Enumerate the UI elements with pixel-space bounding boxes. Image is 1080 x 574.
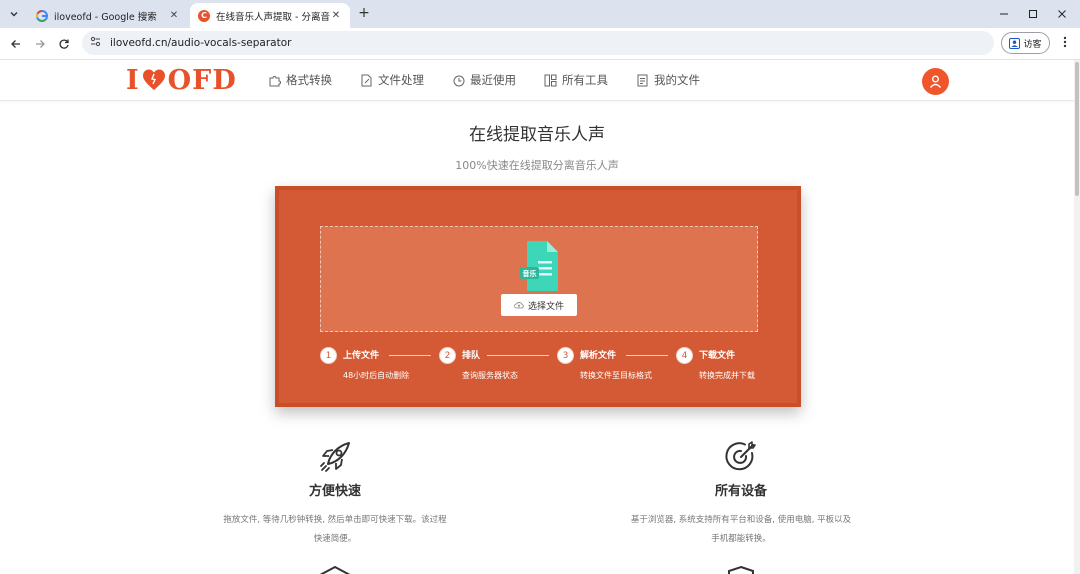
url-text: iloveofd.cn/audio-vocals-separator [110, 37, 292, 49]
address-bar[interactable]: iloveofd.cn/audio-vocals-separator [82, 31, 994, 55]
step-title: 解析文件 [580, 351, 617, 361]
site-logo[interactable]: I OFD [126, 64, 237, 96]
feature-icon-partial [724, 565, 758, 574]
file-edit-icon [361, 74, 372, 86]
step-description: 查询服务器状态 [462, 371, 518, 380]
nav-label: 格式转换 [286, 73, 332, 87]
target-icon [725, 441, 756, 471]
step-connector [389, 355, 431, 356]
guest-label: 访客 [1023, 39, 1042, 50]
step-number: 4 [676, 347, 693, 364]
nav-label: 所有工具 [562, 73, 608, 87]
step-description: 转换文件至目标格式 [580, 371, 652, 380]
arrow-right-icon [36, 40, 45, 48]
music-file-icon: 音乐 [520, 241, 558, 291]
document-icon [637, 74, 648, 86]
close-icon [1058, 10, 1066, 18]
step-title: 排队 [462, 351, 481, 361]
profile-icon [1009, 37, 1021, 49]
nav-all-tools[interactable]: 所有工具 [544, 71, 608, 89]
step-title: 下载文件 [699, 351, 736, 361]
nav-recent[interactable]: 最近使用 [452, 71, 516, 89]
browser-tab-strip: iloveofd - Google 搜索 ✕ C 在线音乐人声提取 - 分离音频… [0, 0, 1080, 28]
cloud-upload-icon [514, 302, 524, 309]
recent-icon [453, 75, 465, 86]
nav-label: 最近使用 [470, 73, 516, 87]
heart-icon [142, 69, 165, 90]
tab-audio-vocals[interactable]: C 在线音乐人声提取 - 分离音频人声 ✕ [190, 3, 350, 28]
tab-title: iloveofd - Google 搜索 [54, 11, 157, 23]
step-connector [487, 355, 549, 356]
page-title: 在线提取音乐人声 [469, 125, 605, 145]
site-info-icon[interactable] [90, 36, 108, 50]
browser-menu-button[interactable] [1058, 34, 1072, 54]
logo-text-left: I [126, 64, 140, 96]
nav-my-files[interactable]: 我的文件 [636, 71, 700, 89]
feature-fast: 方便快速 拖放文件, 等待几秒钟转换, 然后单击即可快速下载。该过程快速简便。 [215, 440, 455, 549]
rocket-icon [320, 442, 350, 472]
feature-title: 所有设备 [714, 484, 767, 499]
layers-icon [319, 565, 351, 574]
file-dropzone[interactable]: 音乐 选择文件 [320, 226, 758, 332]
close-icon[interactable]: ✕ [168, 10, 180, 21]
shield-icon [728, 565, 754, 574]
maximize-icon [1029, 10, 1037, 18]
step-connector [626, 355, 668, 356]
feature-description: 基于浏览器, 系统支持所有平台和设备, 使用电脑, 平板以及手机都能转换。 [630, 515, 852, 544]
nav-file-processing[interactable]: 文件处理 [360, 71, 424, 89]
site-header: I OFD 格式转换 文件处理 最近使用 所有工具 我的文件 [0, 60, 1074, 101]
back-button[interactable] [6, 34, 26, 54]
new-tab-button[interactable]: + [356, 5, 372, 21]
nav-label: 文件处理 [378, 73, 424, 87]
tab-title: 在线音乐人声提取 - 分离音频人声 [216, 11, 330, 23]
grid-icon [544, 74, 557, 86]
step-number: 3 [557, 347, 574, 364]
site-icon: C [198, 9, 210, 22]
arrow-left-icon [11, 40, 20, 48]
google-icon [36, 9, 48, 22]
nav-format-convert[interactable]: 格式转换 [268, 71, 332, 89]
close-icon[interactable]: ✕ [330, 10, 342, 21]
select-file-label: 选择文件 [527, 301, 564, 312]
step-number: 1 [320, 347, 337, 364]
step-description: 48小时后自动删除 [343, 371, 410, 380]
nav-label: 我的文件 [654, 73, 700, 87]
chevron-down-icon [10, 12, 18, 17]
reload-icon [59, 39, 69, 49]
feature-icon-partial [318, 565, 352, 574]
step-title: 上传文件 [343, 351, 380, 361]
page-subtitle: 100%快速在线提取分离音乐人声 [455, 159, 619, 172]
window-close-button[interactable] [1044, 0, 1080, 28]
more-vertical-icon [1063, 36, 1067, 48]
logo-text-right: OFD [167, 64, 237, 96]
step-number: 2 [439, 347, 456, 364]
feature-description: 拖放文件, 等待几秒钟转换, 然后单击即可快速下载。该过程快速简便。 [223, 515, 447, 544]
user-avatar[interactable] [922, 68, 949, 95]
user-icon [929, 75, 942, 88]
converter-panel: 音乐 选择文件 1 上传文件 48小时后自动删除 2 排队 查询服务器状态 3 … [275, 186, 801, 407]
guest-profile-button[interactable]: 访客 [1001, 32, 1050, 54]
browser-toolbar: iloveofd.cn/audio-vocals-separator 访客 [0, 28, 1080, 60]
tab-google-search[interactable]: iloveofd - Google 搜索 ✕ [28, 3, 188, 28]
puzzle-icon [269, 75, 281, 86]
forward-button[interactable] [30, 34, 50, 54]
feature-all-devices: 所有设备 基于浏览器, 系统支持所有平台和设备, 使用电脑, 平板以及手机都能转… [621, 440, 861, 549]
feature-title: 方便快速 [308, 484, 361, 499]
step-description: 转换完成并下载 [699, 371, 755, 380]
file-icon-label: 音乐 [523, 269, 537, 278]
minimize-icon [1000, 13, 1008, 15]
scrollbar-thumb[interactable] [1075, 62, 1079, 196]
reload-button[interactable] [54, 34, 74, 54]
select-file-button[interactable]: 选择文件 [501, 294, 577, 316]
tab-search-button[interactable] [4, 4, 24, 24]
